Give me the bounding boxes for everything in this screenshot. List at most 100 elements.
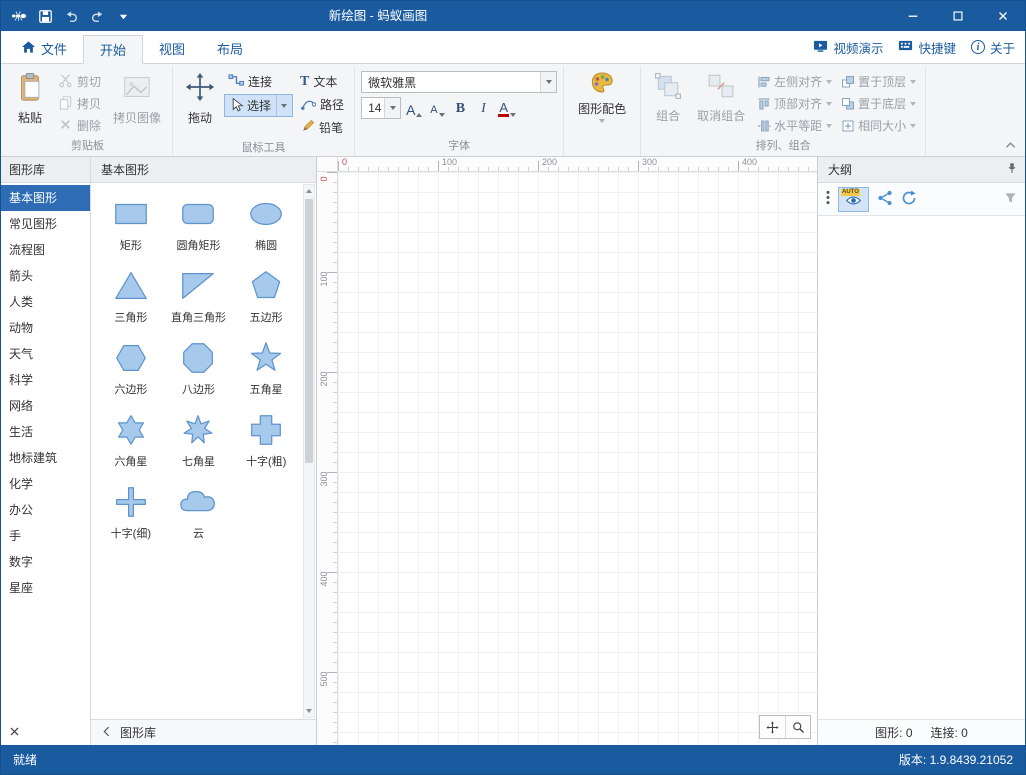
category-item[interactable]: 流程图 (1, 237, 90, 263)
shape-item[interactable]: 七角星 (165, 409, 233, 475)
category-item[interactable]: 化学 (1, 471, 90, 497)
shape-item[interactable]: 圆角矩形 (165, 193, 233, 259)
dropdown-caret-icon[interactable] (826, 124, 832, 128)
category-item[interactable]: 科学 (1, 367, 90, 393)
redo-icon[interactable] (85, 1, 109, 31)
select-tool-button[interactable]: 选择 (224, 94, 293, 117)
shape-item[interactable]: 三角形 (97, 265, 165, 331)
tab-file[interactable]: 文件 (5, 34, 83, 63)
path-tool-button[interactable]: 路径 (296, 94, 348, 115)
category-item[interactable]: 常见图形 (1, 211, 90, 237)
scroll-up-icon[interactable] (304, 185, 314, 197)
drag-tool-button[interactable]: 拖动 (179, 68, 221, 138)
auto-refresh-toggle[interactable]: AUTO (838, 187, 869, 212)
increase-font-button[interactable]: A (404, 97, 424, 119)
undo-icon[interactable] (59, 1, 83, 31)
text-tool-button[interactable]: T 文本 (296, 71, 348, 92)
category-item[interactable]: 基本图形 (1, 185, 90, 211)
shape-item[interactable]: 五角星 (232, 337, 300, 403)
category-item[interactable]: 网络 (1, 393, 90, 419)
shape-item[interactable]: 六角星 (97, 409, 165, 475)
category-item[interactable]: 地标建筑 (1, 445, 90, 471)
drawing-canvas[interactable] (338, 172, 817, 745)
close-library-icon[interactable] (10, 725, 19, 739)
shape-item[interactable]: 椭圆 (232, 193, 300, 259)
dropdown-caret-icon[interactable] (826, 102, 832, 106)
ungroup-button[interactable]: 取消组合 (692, 68, 750, 136)
shape-item[interactable]: 十字(细) (97, 481, 165, 547)
select-tool-dropdown[interactable] (276, 95, 291, 116)
category-item[interactable]: 星座 (1, 575, 90, 601)
font-size-dropdown-icon[interactable] (384, 98, 400, 118)
arrange-button[interactable]: 相同大小 (837, 115, 919, 136)
shape-item[interactable]: 五边形 (232, 265, 300, 331)
shortcuts-button[interactable]: 快捷键 (898, 38, 956, 57)
quick-access-dropdown-icon[interactable] (111, 1, 135, 31)
delete-button[interactable]: 删除 (54, 115, 105, 136)
bold-button[interactable]: B (450, 97, 470, 119)
category-item[interactable]: 天气 (1, 341, 90, 367)
category-item[interactable]: 人类 (1, 289, 90, 315)
shape-item[interactable]: 六边形 (97, 337, 165, 403)
scrollbar-thumb[interactable] (305, 199, 313, 463)
outline-body[interactable] (818, 216, 1025, 719)
category-item[interactable]: 箭头 (1, 263, 90, 289)
zoom-icon[interactable] (785, 716, 810, 738)
category-item[interactable]: 动物 (1, 315, 90, 341)
font-family-dropdown-icon[interactable] (540, 72, 556, 92)
shape-item[interactable]: 十字(粗) (232, 409, 300, 475)
collapse-ribbon-icon[interactable] (1001, 137, 1019, 152)
arrange-button[interactable]: 置于顶层 (837, 71, 919, 92)
group-button[interactable]: 组合 (647, 68, 689, 136)
shape-item[interactable]: 矩形 (97, 193, 165, 259)
filter-icon[interactable] (1004, 192, 1017, 207)
arrange-button[interactable]: 顶部对齐 (753, 93, 835, 114)
pin-icon[interactable] (1006, 162, 1018, 177)
category-item[interactable]: 办公 (1, 497, 90, 523)
pencil-tool-button[interactable]: 铅笔 (296, 117, 348, 138)
pan-icon[interactable] (760, 716, 785, 738)
save-icon[interactable] (33, 1, 57, 31)
category-item[interactable]: 手 (1, 523, 90, 549)
dropdown-caret-icon[interactable] (910, 80, 916, 84)
close-button[interactable] (980, 1, 1025, 31)
shape-item[interactable]: 云 (165, 481, 233, 547)
cut-button[interactable]: 剪切 (54, 71, 105, 92)
shapes-scrollbar[interactable] (303, 184, 315, 718)
copy-button[interactable]: 拷贝 (54, 93, 105, 114)
category-item[interactable]: 数字 (1, 549, 90, 575)
shape-item[interactable]: 直角三角形 (165, 265, 233, 331)
shape-item[interactable]: 八边形 (165, 337, 233, 403)
dropdown-caret-icon[interactable] (910, 124, 916, 128)
maximize-button[interactable] (935, 1, 980, 31)
copy-image-button[interactable]: 拷贝图像 (108, 68, 166, 136)
ruler-label: 100 (319, 269, 329, 289)
menu-dots-icon[interactable] (826, 190, 830, 208)
font-size-select[interactable]: 14 (361, 97, 401, 119)
connect-tool-button[interactable]: 连接 (224, 71, 293, 92)
arrange-button[interactable]: 水平等距 (753, 115, 835, 136)
arrange-button[interactable]: 置于底层 (837, 93, 919, 114)
italic-button[interactable]: I (473, 97, 493, 119)
dropdown-caret-icon[interactable] (826, 80, 832, 84)
category-item[interactable]: 生活 (1, 419, 90, 445)
tab-start[interactable]: 开始 (83, 35, 143, 64)
decrease-font-button[interactable]: A (427, 97, 447, 119)
video-demo-button[interactable]: 视频演示 (813, 38, 883, 57)
dropdown-caret-icon[interactable] (910, 102, 916, 106)
ribbon: 粘贴 剪切 拷贝 删除 (1, 64, 1025, 157)
bring-front-icon (840, 75, 855, 89)
about-button[interactable]: 关于 (971, 38, 1015, 57)
library-footer-bar[interactable]: 图形库 (91, 719, 316, 745)
share-icon[interactable] (877, 190, 893, 209)
arrange-button[interactable]: 左侧对齐 (753, 71, 835, 92)
minimize-button[interactable] (890, 1, 935, 31)
scroll-down-icon[interactable] (304, 705, 314, 717)
shape-palette-button[interactable]: 图形配色 (570, 68, 634, 152)
tab-layout[interactable]: 布局 (201, 34, 259, 63)
paste-button[interactable]: 粘贴 (9, 68, 51, 136)
refresh-icon[interactable] (901, 190, 917, 209)
font-color-button[interactable]: A (496, 97, 518, 119)
font-family-select[interactable]: 微软雅黑 (361, 71, 557, 93)
tab-view[interactable]: 视图 (143, 34, 201, 63)
